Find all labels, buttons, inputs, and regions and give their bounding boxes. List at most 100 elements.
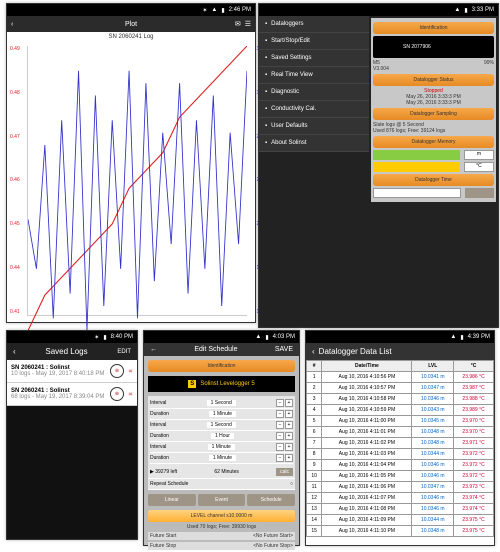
mode-button[interactable]: Linear	[148, 494, 196, 506]
settings-panel: ▲ ▮ 3:33 PM ▪Dataloggers▪Start/Stop/Edit…	[258, 3, 499, 328]
menu-item[interactable]: ▪User Defaults	[259, 118, 369, 135]
menu-item[interactable]: ▪About Solinst	[259, 135, 369, 152]
clock: 4:03 PM	[273, 334, 295, 340]
minus-button[interactable]: −	[276, 454, 284, 462]
table-row[interactable]: 10Aug 10, 2016 4:11:05 PM10.0346 m23.972…	[307, 471, 494, 482]
battery-icon: ▮	[103, 334, 106, 341]
table-row[interactable]: 15Aug 10, 2016 4:11:10 PM10.0348 m23.975…	[307, 526, 494, 537]
back-icon[interactable]: ‹	[11, 21, 13, 28]
table-row[interactable]: 3Aug 10, 2016 4:10:58 PM10.0346 m23.988 …	[307, 394, 494, 405]
signal-icon: ▲	[211, 7, 217, 13]
bluetooth-icon: ✶	[94, 334, 99, 341]
device-label: S Solinst Levelogger 5	[148, 376, 295, 392]
edit-button[interactable]: EDIT	[117, 349, 131, 355]
table-row[interactable]: 8Aug 10, 2016 4:11:03 PM10.0344 m23.972 …	[307, 449, 494, 460]
mail-icon[interactable]: ✉	[235, 20, 241, 28]
schedule-panel: ▲ ▮ 4:03 PM ← Edit Schedule SAVE Identif…	[143, 330, 300, 546]
signal-icon: ▲	[450, 334, 456, 340]
mode-button[interactable]: Event	[198, 494, 246, 506]
table-row[interactable]: 5Aug 10, 2016 4:11:00 PM10.0345 m23.970 …	[307, 416, 494, 427]
saved-logs-title: Saved Logs	[45, 347, 87, 356]
memory-bar: Datalogger Memory	[373, 136, 494, 148]
clock: 4:39 PM	[468, 334, 490, 340]
table-row[interactable]: 4Aug 10, 2016 4:10:59 PM10.0343 m23.989 …	[307, 405, 494, 416]
plus-button[interactable]: +	[285, 421, 293, 429]
table-row[interactable]: 11Aug 10, 2016 4:11:06 PM10.0347 m23.973…	[307, 482, 494, 493]
menu-icon: ▪	[265, 21, 267, 27]
repeat-toggle[interactable]: ○	[290, 481, 293, 487]
level-channel[interactable]: LEVEL channel s10.0000 m	[148, 510, 295, 522]
status-bar: ▲ ▮ 4:03 PM	[144, 331, 299, 343]
minus-button[interactable]: −	[276, 410, 284, 418]
battery-icon: ▮	[464, 7, 467, 14]
log-row[interactable]: SN 2060241 : Solinst68 logs - May 19, 20…	[7, 383, 137, 406]
signal-icon: ▲	[454, 7, 460, 13]
data-table[interactable]: #Date/TimeLVL°C 1Aug 10, 2016 4:10:56 PM…	[306, 360, 494, 537]
back-icon[interactable]: ‹	[312, 347, 315, 356]
target-icon: ⊕	[110, 387, 124, 401]
plot-titlebar: ‹ Plot ✉☰	[7, 16, 255, 32]
datalist-header: ‹ Datalogger Data List	[306, 343, 494, 360]
table-row[interactable]: 13Aug 10, 2016 4:11:08 PM10.0346 m23.974…	[307, 504, 494, 515]
back-icon[interactable]: ←	[150, 346, 157, 353]
plot-subtitle: SN 2060241 Log	[7, 32, 255, 42]
schedule-header: ← Edit Schedule SAVE	[144, 343, 299, 356]
log-row[interactable]: SN 2060241 : Solinst10 logs - May 19, 20…	[7, 360, 137, 383]
menu-icon: ▪	[265, 140, 267, 146]
back-icon[interactable]: ‹	[13, 347, 16, 356]
minus-button[interactable]: −	[276, 421, 284, 429]
minus-button[interactable]: −	[276, 443, 284, 451]
minus-button[interactable]: −	[276, 432, 284, 440]
mode-button[interactable]: Schedule	[247, 494, 295, 506]
table-row[interactable]: 6Aug 10, 2016 4:11:01 PM10.0348 m23.970 …	[307, 427, 494, 438]
table-row[interactable]: 9Aug 10, 2016 4:11:04 PM10.0346 m23.972 …	[307, 460, 494, 471]
table-row[interactable]: 7Aug 10, 2016 4:11:02 PM10.0348 m23.971 …	[307, 438, 494, 449]
schedule-row: Duration1 Hour−+	[150, 431, 293, 442]
menu-item[interactable]: ▪Dataloggers	[259, 16, 369, 33]
plus-button[interactable]: +	[285, 432, 293, 440]
logs-left: 39279 left	[155, 469, 177, 475]
menu-item[interactable]: ▪Saved Settings	[259, 50, 369, 67]
y-axis-left: 0.490.480.470.460.450.440.41	[10, 46, 20, 315]
future-stop-value[interactable]: <No Future Stop>	[253, 543, 293, 549]
sync-button[interactable]	[465, 188, 494, 198]
chart-svg	[28, 46, 247, 331]
save-button[interactable]: SAVE	[275, 346, 293, 353]
future-start-label: Future Start	[150, 533, 176, 539]
plot-area[interactable]: 0.490.480.470.460.450.440.41 36.3632.252…	[27, 46, 247, 316]
menu-item[interactable]: ▪Real Time View	[259, 67, 369, 84]
clock: 2:46 PM	[229, 7, 251, 13]
table-row[interactable]: 2Aug 10, 2016 4:10:57 PM10.0347 m23.987 …	[307, 383, 494, 394]
battery-icon: ▮	[221, 7, 224, 14]
share-icon[interactable]: ∝	[128, 367, 133, 375]
list-icon[interactable]: ☰	[245, 20, 251, 28]
plus-button[interactable]: +	[285, 410, 293, 418]
logo-icon: S	[188, 380, 196, 388]
plus-button[interactable]: +	[285, 399, 293, 407]
schedule-row: Interval1 Second−+	[150, 398, 293, 409]
plus-button[interactable]: +	[285, 454, 293, 462]
col-header: Date/Time	[322, 361, 412, 372]
time2: May 26, 2016 3:33:3 PM	[373, 100, 494, 106]
menu-item[interactable]: ▪Start/Stop/Edit	[259, 33, 369, 50]
battery-icon: ▮	[460, 334, 463, 341]
table-row[interactable]: 1Aug 10, 2016 4:10:56 PM10.0341 m23.986 …	[307, 372, 494, 383]
identification-bar: Identification	[148, 360, 295, 372]
minus-button[interactable]: −	[276, 399, 284, 407]
schedule-row: Interval1 Minute−+	[150, 442, 293, 453]
calc-button[interactable]: calc	[276, 468, 293, 476]
datalist-title: Datalogger Data List	[319, 347, 392, 356]
col-header: #	[307, 361, 322, 372]
menu-item[interactable]: ▪Conductivity Cal.	[259, 101, 369, 118]
unit-c[interactable]: °C	[464, 162, 494, 172]
future-start-value[interactable]: <No Future Start>	[253, 533, 293, 539]
unit-m[interactable]: m	[464, 150, 494, 160]
saved-logs-panel: ✶ ▮ 8:40 PM ‹ Saved Logs EDIT SN 2060241…	[6, 330, 138, 540]
repeat-label: Repeat Schedule	[150, 481, 188, 487]
share-icon[interactable]: ∝	[128, 390, 133, 398]
table-row[interactable]: 12Aug 10, 2016 4:11:07 PM10.0346 m23.974…	[307, 493, 494, 504]
plus-button[interactable]: +	[285, 443, 293, 451]
clock: 3:33 PM	[472, 7, 494, 13]
menu-item[interactable]: ▪Diagnostic	[259, 84, 369, 101]
table-row[interactable]: 14Aug 10, 2016 4:11:09 PM10.0344 m23.975…	[307, 515, 494, 526]
